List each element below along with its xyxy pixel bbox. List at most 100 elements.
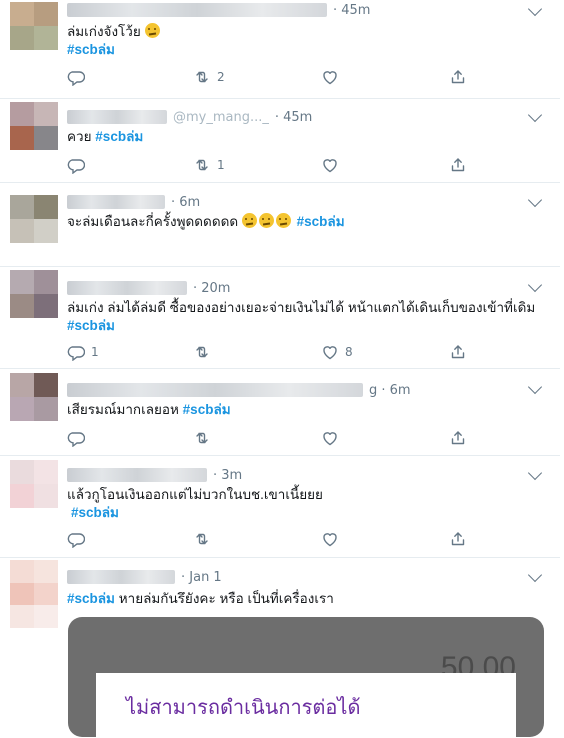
avatar[interactable]	[10, 460, 58, 508]
tweet-actions	[67, 530, 467, 548]
reply-icon	[67, 533, 85, 548]
retweet-icon	[196, 159, 208, 171]
hashtag-link[interactable]: #scbล่ม	[71, 505, 119, 520]
tweet-header: · 6m	[67, 193, 200, 211]
tweet[interactable]: @my_mang..._ · 45m ควย #scbล่ม 1	[0, 98, 560, 183]
tweet-time[interactable]: · 6m	[171, 195, 200, 210]
heart-icon	[323, 346, 337, 360]
tweet-actions	[67, 429, 467, 447]
tweet-actions: 1	[67, 156, 467, 174]
avatar[interactable]	[10, 373, 58, 421]
chevron-down-icon[interactable]	[527, 465, 543, 481]
retweet-button[interactable]: 1	[193, 156, 225, 174]
tweet-time[interactable]: g · 6m	[369, 383, 411, 398]
share-icon	[451, 431, 465, 445]
tweet-text: เสียรมณ์มากเลยอห #scbล่ม	[67, 402, 231, 417]
display-name[interactable]	[67, 281, 187, 295]
retweet-icon	[196, 346, 208, 358]
tweet-time[interactable]: · Jan 1	[181, 570, 222, 585]
tweet-header: g · 6m	[67, 381, 411, 399]
like-button[interactable]	[321, 530, 339, 548]
tweet-media-image[interactable]: 50.00 ไม่สามารถดำเนินการต่อได้	[68, 617, 544, 737]
tweet-actions: 1 8	[67, 343, 467, 361]
avatar[interactable]	[10, 270, 58, 318]
reply-button[interactable]: 1	[67, 343, 99, 361]
share-button[interactable]	[449, 429, 467, 447]
tweet-time[interactable]: · 20m	[193, 281, 230, 296]
tweet[interactable]: · 3m แล้วกูโอนเงินออกแต่ไม่บวกในบช.เขาเน…	[0, 456, 560, 558]
retweet-icon	[196, 432, 208, 444]
chevron-down-icon[interactable]	[527, 277, 543, 293]
heart-icon	[323, 533, 337, 547]
avatar[interactable]	[10, 195, 58, 243]
tweet-text: แล้วกูโอนเงินออกแต่ไม่บวกในบช.เขาเนี้ยยย…	[67, 487, 323, 520]
tweet-text: จะล่มเดือนละกี่ครั้งพูดดดดดด #scbล่ม	[67, 213, 345, 229]
hashtag-link[interactable]: #scbล่ม	[297, 214, 345, 229]
retweet-button[interactable]: 2	[193, 68, 225, 86]
media-error-dialog: ไม่สามารถดำเนินการต่อได้	[96, 673, 516, 737]
retweet-button[interactable]	[193, 530, 211, 548]
hashtag-link[interactable]: #scbล่ม	[67, 42, 115, 57]
reply-button[interactable]	[67, 68, 85, 86]
reply-icon	[67, 432, 85, 447]
tweet-text: ล่มเก่งจังโว้ย #scbล่ม	[67, 23, 547, 59]
display-name[interactable]	[67, 468, 207, 482]
share-icon	[451, 345, 465, 359]
media-dialog-title: ไม่สามารถดำเนินการต่อได้	[126, 697, 361, 719]
share-button[interactable]	[449, 156, 467, 174]
chevron-down-icon[interactable]	[527, 1, 543, 17]
share-icon	[451, 158, 465, 172]
display-name[interactable]	[67, 383, 363, 397]
reply-button[interactable]	[67, 429, 85, 447]
share-button[interactable]	[449, 343, 467, 361]
tweet-handle[interactable]: @my_mang..._	[173, 110, 269, 125]
reply-button[interactable]	[67, 156, 85, 174]
tweet-actions: 2	[67, 68, 467, 86]
display-name[interactable]	[67, 110, 167, 124]
tweet-time[interactable]: · 45m	[333, 3, 370, 18]
share-button[interactable]	[449, 530, 467, 548]
share-button[interactable]	[449, 68, 467, 86]
chevron-down-icon[interactable]	[527, 192, 543, 208]
tweet-text: ควย #scbล่ม	[67, 129, 144, 144]
tweet[interactable]: g · 6m เสียรมณ์มากเลยอห #scbล่ม	[0, 369, 560, 456]
hashtag-link[interactable]: #scbล่ม	[95, 129, 143, 144]
tweet-text: #scbล่ม หายล่มกันรึยังคะ หรือ เป็นที่เคร…	[67, 591, 334, 606]
avatar[interactable]	[10, 102, 58, 150]
retweet-icon	[196, 71, 208, 83]
display-name[interactable]	[67, 195, 165, 209]
like-button[interactable]	[321, 429, 339, 447]
like-button[interactable]	[321, 156, 339, 174]
heart-icon	[323, 159, 337, 173]
reply-button[interactable]	[67, 530, 85, 548]
tweet-header: @my_mang..._ · 45m	[67, 108, 312, 126]
avatar[interactable]	[10, 2, 58, 50]
hashtag-link[interactable]: #scbล่ม	[67, 591, 115, 606]
hashtag-link[interactable]: #scbล่ม	[183, 402, 231, 417]
hashtag-link[interactable]: #scbล่ม	[67, 318, 115, 333]
display-name[interactable]	[67, 3, 327, 17]
retweet-button[interactable]	[193, 343, 211, 361]
chevron-down-icon[interactable]	[527, 107, 543, 123]
tweet-header: · 20m	[67, 279, 230, 297]
display-name[interactable]	[67, 570, 175, 584]
emoji-icon	[275, 213, 291, 228]
tweet[interactable]: · 45m ล่มเก่งจังโว้ย #scbล่ม 2	[0, 0, 560, 99]
share-icon	[451, 70, 465, 84]
retweet-button[interactable]	[193, 429, 211, 447]
chevron-down-icon[interactable]	[527, 567, 543, 583]
emoji-icon	[144, 23, 160, 38]
tweet-time[interactable]: · 45m	[275, 110, 312, 125]
tweet[interactable]: · 6m จะล่มเดือนละกี่ครั้งพูดดดดดด #scbล่…	[0, 183, 560, 267]
tweet-time[interactable]: · 3m	[213, 468, 242, 483]
avatar[interactable]	[10, 560, 58, 628]
share-icon	[451, 532, 465, 546]
tweet[interactable]: · 20m ล่มเก่ง ล่มได้ล่มดี ซื้อของอย่างเย…	[0, 267, 560, 369]
like-button[interactable]	[321, 68, 339, 86]
like-button[interactable]: 8	[321, 343, 353, 361]
heart-icon	[323, 71, 337, 85]
heart-icon	[323, 432, 337, 446]
reply-icon	[67, 71, 85, 86]
tweet-header: · Jan 1	[67, 568, 222, 586]
chevron-down-icon[interactable]	[527, 379, 543, 395]
